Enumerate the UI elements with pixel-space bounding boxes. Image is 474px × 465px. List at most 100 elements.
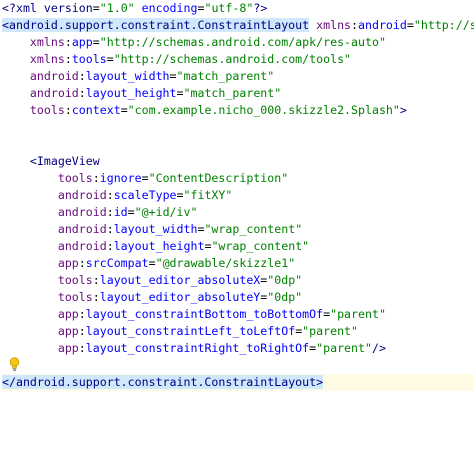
- code-colon: :: [106, 222, 114, 236]
- code-attribute-value: "http://schemas.android.com/tools": [113, 52, 352, 66]
- code-attribute-value: "parent": [316, 341, 372, 355]
- code-equals: =: [169, 69, 177, 83]
- code-line[interactable]: android:layout_height="wrap_content": [2, 238, 474, 255]
- code-tag-bracket: />: [371, 341, 386, 355]
- code-line[interactable]: tools:context="com.example.nicho_000.ski…: [2, 102, 474, 119]
- code-equals: =: [106, 52, 114, 66]
- code-attribute-value: "0dp": [267, 290, 303, 304]
- code-line[interactable]: [2, 136, 474, 153]
- code-line[interactable]: app:layout_constraintRight_toRightOf="pa…: [2, 340, 474, 357]
- code-attribute-namespace: xmlns: [316, 18, 352, 32]
- code-attribute-name: srcCompat: [85, 256, 149, 270]
- code-colon: :: [78, 256, 86, 270]
- code-line[interactable]: android:layout_width="wrap_content": [2, 221, 474, 238]
- code-attribute-namespace: tools: [57, 290, 93, 304]
- code-editor[interactable]: <?xml version="1.0" encoding="utf-8"?> <a…: [0, 0, 474, 465]
- code-line[interactable]: android:id="@+id/iv": [2, 204, 474, 221]
- code-tag-bracket: </: [2, 375, 16, 389]
- code-line[interactable]: android:scaleType="fitXY": [2, 187, 474, 204]
- code-line[interactable]: android:layout_height="match_parent": [2, 85, 474, 102]
- code-attribute-namespace: android: [57, 222, 107, 236]
- code-line[interactable]: xmlns:tools="http://schemas.android.com/…: [2, 51, 474, 68]
- code-attribute-name: layout_constraintRight_toRightOf: [85, 341, 310, 355]
- code-equals: =: [406, 18, 414, 32]
- code-colon: :: [92, 171, 100, 185]
- code-colon: :: [64, 35, 72, 49]
- code-line[interactable]: android:layout_width="match_parent": [2, 68, 474, 85]
- code-line[interactable]: <?xml version="1.0" encoding="utf-8"?>: [2, 0, 474, 17]
- code-colon: :: [78, 69, 86, 83]
- code-tag-name: ImageView: [36, 154, 100, 168]
- code-attribute-namespace: app: [57, 341, 79, 355]
- code-equals: =: [120, 103, 128, 117]
- code-attribute-name: encoding: [141, 1, 198, 15]
- code-colon: :: [64, 52, 72, 66]
- code-attribute-name: scaleType: [113, 188, 177, 202]
- code-line[interactable]: <android.support.constraint.ConstraintLa…: [2, 17, 474, 34]
- code-attribute-namespace: tools: [57, 273, 93, 287]
- code-attribute-namespace: tools: [29, 103, 65, 117]
- code-tag-bracket: <?xml: [2, 1, 37, 15]
- code-attribute-namespace: xmlns: [29, 52, 65, 66]
- code-line[interactable]: [2, 357, 474, 374]
- code-attribute-value: "1.0": [99, 1, 135, 15]
- code-attribute-name: app: [71, 35, 93, 49]
- code-tag-name: version: [43, 1, 93, 15]
- code-line[interactable]: app:layout_constraintBottom_toBottomOf="…: [2, 306, 474, 323]
- code-tag-bracket: >: [316, 375, 324, 389]
- code-attribute-name: ignore: [99, 171, 142, 185]
- code-colon: :: [78, 341, 86, 355]
- code-line[interactable]: app:srcCompat="@drawable/skizzle1": [2, 255, 474, 272]
- code-tag-bracket: <: [2, 18, 9, 32]
- code-attribute-namespace: android: [29, 69, 79, 83]
- code-equals: =: [92, 35, 100, 49]
- code-line[interactable]: tools:ignore="ContentDescription": [2, 170, 474, 187]
- code-attribute-value: "parent": [330, 307, 386, 321]
- code-colon: :: [106, 205, 114, 219]
- code-attribute-name: layout_constraintLeft_toLeftOf: [85, 324, 296, 338]
- code-attribute-namespace: app: [57, 324, 79, 338]
- code-attribute-name: id: [113, 205, 128, 219]
- code-tag-name: android.support.constraint.ConstraintLay…: [15, 375, 317, 389]
- code-colon: :: [92, 273, 100, 287]
- code-attribute-name: layout_height: [85, 86, 177, 100]
- code-attribute-value: "http://schemas.android.com/apk/res/andr…: [413, 18, 474, 32]
- code-equals: =: [148, 256, 156, 270]
- code-colon: :: [78, 86, 86, 100]
- code-attribute-namespace: app: [57, 307, 79, 321]
- lightbulb-icon[interactable]: [9, 357, 20, 372]
- code-line[interactable]: [2, 119, 474, 136]
- code-attribute-value: "utf-8": [204, 1, 254, 15]
- code-attribute-name: context: [71, 103, 121, 117]
- code-line[interactable]: xmlns:app="http://schemas.android.com/ap…: [2, 34, 474, 51]
- code-line[interactable]: tools:layout_editor_absoluteY="0dp": [2, 289, 474, 306]
- code-colon: :: [106, 239, 114, 253]
- code-line[interactable]: <ImageView: [2, 153, 474, 170]
- code-line[interactable]: </android.support.constraint.ConstraintL…: [2, 374, 474, 391]
- code-line[interactable]: app:layout_constraintLeft_toLeftOf="pare…: [2, 323, 474, 340]
- code-equals: =: [92, 1, 100, 15]
- code-colon: :: [92, 290, 100, 304]
- code-colon: :: [351, 18, 359, 32]
- code-attribute-name: layout_constraintBottom_toBottomOf: [85, 307, 324, 321]
- code-equals: =: [127, 205, 135, 219]
- code-attribute-value: "parent": [302, 324, 359, 338]
- code-tag-bracket: <: [29, 154, 37, 168]
- code-line[interactable]: tools:layout_editor_absoluteX="0dp": [2, 272, 474, 289]
- code-attribute-name: android: [358, 18, 407, 32]
- code-attribute-namespace: app: [57, 256, 79, 270]
- code-attribute-value: "com.example.nicho_000.skizzle2.Splash": [127, 103, 400, 117]
- code-attribute-name: layout_height: [113, 239, 205, 253]
- code-attribute-namespace: android: [57, 239, 107, 253]
